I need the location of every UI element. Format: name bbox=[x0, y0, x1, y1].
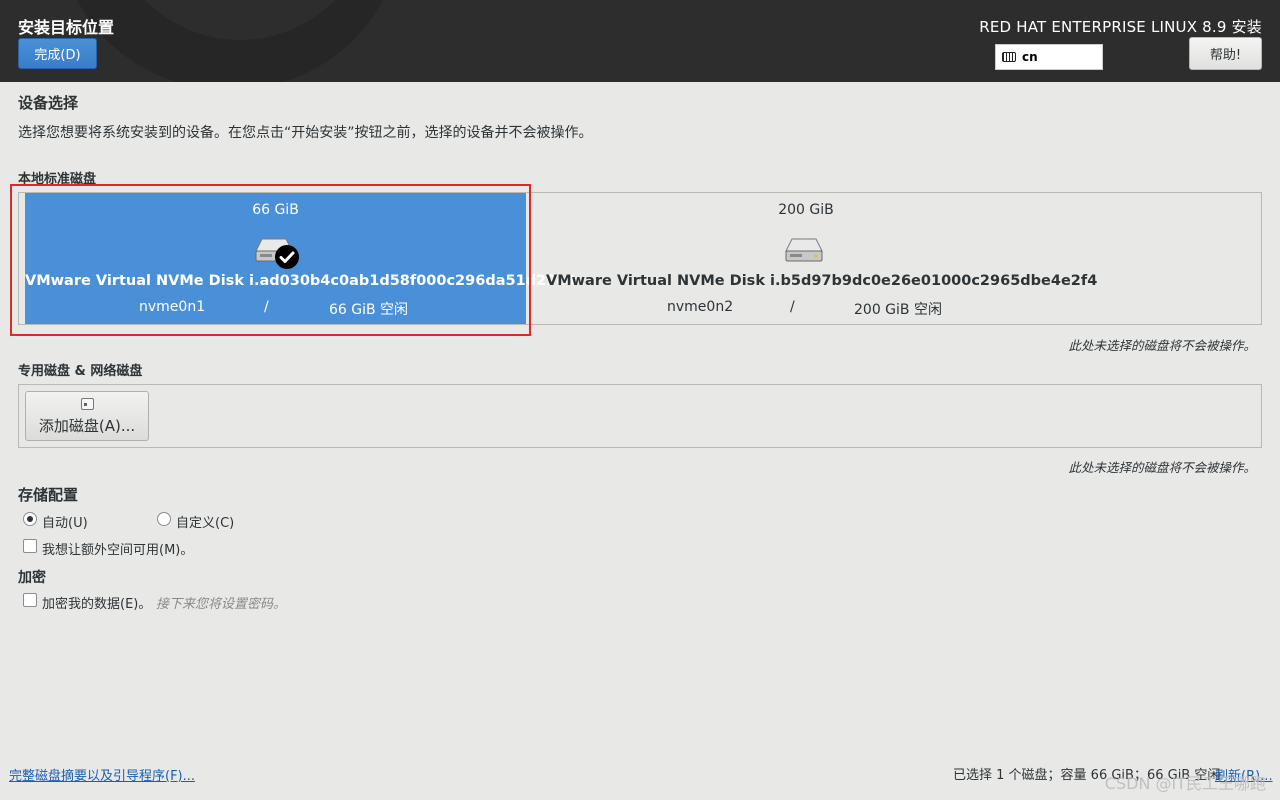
encrypt-checkbox[interactable] bbox=[23, 593, 37, 607]
watermark: CSDN @IT民工王哪跑 bbox=[1104, 774, 1266, 793]
disk-name: VMware Virtual NVMe Disk i.b5d97b9dc0e26… bbox=[546, 273, 1098, 289]
extra-space-label[interactable]: 我想让额外空间可用(M)。 bbox=[42, 539, 193, 558]
done-button[interactable]: 完成(D) bbox=[18, 38, 97, 69]
local-disks-note: 此处未选择的磁盘将不会被操作。 bbox=[1068, 338, 1256, 353]
help-button[interactable]: 帮助! bbox=[1189, 37, 1262, 70]
device-selection-description: 选择您想要将系统安装到的设备。在您点击“开始安装”按钮之前，选择的设备并不会被操… bbox=[18, 125, 593, 141]
specialized-disks-label: 专用磁盘 & 网络磁盘 bbox=[18, 364, 143, 379]
specialized-disks-note: 此处未选择的磁盘将不会被操作。 bbox=[1068, 460, 1256, 475]
add-disk-button[interactable]: 添加磁盘(A)... bbox=[25, 391, 149, 441]
full-disk-summary-link[interactable]: 完整磁盘摘要以及引导程序(F)... bbox=[9, 765, 195, 784]
add-disk-label: 添加磁盘(A)... bbox=[38, 417, 136, 435]
disk-free-space: 200 GiB 空闲 bbox=[854, 302, 942, 318]
keyboard-layout-indicator[interactable]: cn bbox=[995, 44, 1103, 70]
disk-device: nvme0n2 bbox=[667, 299, 734, 315]
encrypt-label[interactable]: 加密我的数据(E)。 bbox=[42, 593, 151, 612]
keyboard-icon bbox=[1002, 52, 1016, 62]
encrypt-hint: 接下来您将设置密码。 bbox=[156, 597, 287, 612]
page-title: 安装目标位置 bbox=[18, 18, 115, 37]
hard-disk-icon bbox=[784, 233, 828, 269]
auto-partition-label[interactable]: 自动(U) bbox=[42, 512, 88, 531]
custom-partition-radio[interactable] bbox=[157, 512, 171, 526]
product-title: RED HAT ENTERPRISE LINUX 8.9 安装 bbox=[979, 18, 1262, 36]
disk-size: 200 GiB bbox=[778, 202, 834, 218]
specialized-disks-panel bbox=[18, 384, 1262, 448]
encryption-title: 加密 bbox=[18, 570, 46, 586]
auto-partition-radio[interactable] bbox=[23, 512, 37, 526]
extra-space-checkbox[interactable] bbox=[23, 539, 37, 553]
keyboard-layout-label: cn bbox=[1022, 50, 1038, 64]
disk-nvme0n2[interactable]: 200 GiB VMware Virtual NVMe Disk i.b5d97… bbox=[546, 193, 1098, 324]
disk-mount: / bbox=[790, 299, 795, 315]
highlight-annotation-frame bbox=[10, 184, 531, 336]
custom-partition-label[interactable]: 自定义(C) bbox=[176, 512, 234, 531]
storage-config-title: 存储配置 bbox=[18, 486, 79, 504]
device-selection-title: 设备选择 bbox=[18, 94, 79, 112]
add-disk-icon bbox=[81, 398, 94, 410]
header-bar: 安装目标位置 完成(D) RED HAT ENTERPRISE LINUX 8.… bbox=[0, 0, 1280, 82]
